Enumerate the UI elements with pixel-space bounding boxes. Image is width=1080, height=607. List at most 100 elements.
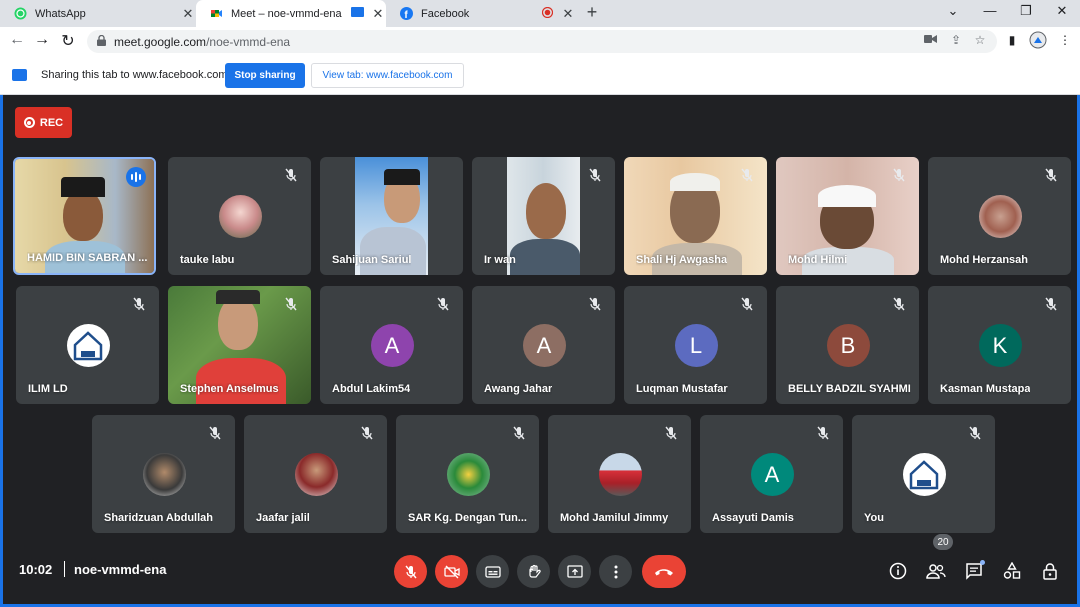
browser-tab-strip: WhatsApp ✕ Meet – noe-vmmd-ena ✕ f Faceb…: [0, 0, 1080, 27]
mic-off-icon: [741, 168, 753, 182]
close-tab-icon[interactable]: ✕: [180, 6, 196, 22]
whatsapp-icon: [14, 7, 27, 20]
participant-tile[interactable]: Jaafar jalil: [244, 415, 387, 533]
url-path: /noe-vmmd-ena: [206, 34, 291, 49]
mic-off-icon: [209, 426, 221, 440]
mic-off-icon: [1045, 168, 1057, 182]
participant-name: BELLY BADZIL SYAHMI: [788, 383, 911, 395]
participant-tile[interactable]: Mohd Hilmi: [776, 157, 919, 275]
meeting-details-button[interactable]: [887, 560, 909, 582]
mic-off-icon: [589, 168, 601, 182]
view-shared-tab-button[interactable]: View tab: www.facebook.com: [311, 63, 464, 88]
phone-hangup-icon: [655, 568, 673, 575]
participant-tile[interactable]: Shali Hj Awgasha: [624, 157, 767, 275]
mic-off-icon: [361, 426, 373, 440]
new-tab-button[interactable]: +: [583, 2, 601, 23]
participant-tile[interactable]: Sharidzuan Abdullah: [92, 415, 235, 533]
lock-icon: [97, 34, 106, 49]
participant-tile[interactable]: SAR Kg. Dengan Tun...: [396, 415, 539, 533]
info-icon: [889, 562, 907, 580]
close-tab-icon[interactable]: ✕: [560, 6, 576, 22]
reload-button[interactable]: ↻: [58, 31, 78, 51]
participant-tile[interactable]: B BELLY BADZIL SYAHMI: [776, 286, 919, 404]
songkok-hat: [384, 169, 420, 185]
recording-indicator-icon: [540, 6, 554, 21]
tab-whatsapp[interactable]: WhatsApp ✕: [0, 0, 196, 27]
participant-name: tauke labu: [180, 254, 235, 266]
mic-off-icon: [513, 426, 525, 440]
raise-hand-button[interactable]: [517, 555, 550, 588]
participant-name: Mohd Herzansah: [940, 254, 1029, 266]
participant-tile[interactable]: Sahijuan Sariul: [320, 157, 463, 275]
participant-name: Assayuti Damis: [712, 512, 794, 524]
forward-button[interactable]: →: [32, 31, 52, 49]
present-now-button[interactable]: [558, 555, 591, 588]
car-photo-avatar: [598, 453, 642, 496]
close-window-button[interactable]: ✕: [1053, 3, 1071, 19]
participant-name: Awang Jahar: [484, 383, 553, 395]
participant-tile[interactable]: K Kasman Mustapa: [928, 286, 1071, 404]
share-page-icon[interactable]: ⇪: [948, 33, 964, 47]
captions-icon: [484, 565, 501, 578]
more-options-button[interactable]: [599, 555, 632, 588]
participant-name: Abdul Lakim54: [332, 383, 411, 395]
participant-tile[interactable]: Ir wan: [472, 157, 615, 275]
captions-button[interactable]: [476, 555, 509, 588]
recording-badge[interactable]: REC: [15, 107, 72, 138]
sidebar-toggle-icon[interactable]: ▮: [1004, 33, 1020, 47]
tab-sharing-bar: Sharing this tab to www.facebook.com Sto…: [0, 57, 1080, 95]
participant-tile-self[interactable]: You: [852, 415, 995, 533]
participant-tile[interactable]: ILIM LD: [16, 286, 159, 404]
url-host: meet.google.com: [114, 34, 207, 49]
menu-kebab-icon[interactable]: ⋮: [1057, 33, 1073, 47]
participant-tile[interactable]: tauke labu: [168, 157, 311, 275]
participant-tile[interactable]: A Assayuti Damis: [700, 415, 843, 533]
ilim-logo-avatar: [902, 453, 946, 496]
mic-off-icon: [1045, 297, 1057, 311]
chat-button[interactable]: [963, 560, 985, 582]
participant-avatar: [142, 453, 186, 496]
participant-name: Sahijuan Sariul: [332, 254, 412, 266]
participant-tile[interactable]: Stephen Anselmus: [168, 286, 311, 404]
record-icon: [23, 117, 35, 128]
leave-call-button[interactable]: [642, 555, 686, 588]
minimize-button[interactable]: —: [981, 3, 999, 18]
raise-hand-icon: [528, 564, 541, 578]
tab-facebook[interactable]: f Facebook ✕: [386, 0, 576, 27]
participant-name: Luqman Mustafar: [636, 383, 728, 395]
tab-meet[interactable]: Meet – noe-vmmd-ena ✕: [196, 0, 386, 27]
toggle-mic-button[interactable]: [394, 555, 427, 588]
participant-name: ILIM LD: [28, 383, 68, 395]
toggle-camera-button[interactable]: [435, 555, 468, 588]
people-button[interactable]: [925, 560, 947, 582]
restore-button[interactable]: ❐: [1017, 3, 1035, 19]
divider: [64, 561, 65, 577]
activities-button[interactable]: [1001, 560, 1023, 582]
participant-name: You: [864, 512, 884, 524]
participant-tile[interactable]: Mohd Jamilul Jimmy: [548, 415, 691, 533]
host-lock-icon: [1043, 563, 1057, 580]
screen-share-icon: [12, 69, 27, 81]
tab-search-icon[interactable]: ⌄: [944, 3, 962, 19]
participant-tile[interactable]: A Awang Jahar: [472, 286, 615, 404]
participant-tile[interactable]: Mohd Herzansah: [928, 157, 1071, 275]
address-bar[interactable]: meet.google.com/noe-vmmd-ena: [87, 30, 997, 53]
songkok-hat: [61, 177, 105, 197]
bookmark-star-icon[interactable]: ☆: [972, 33, 988, 47]
participant-tile[interactable]: L Luqman Mustafar: [624, 286, 767, 404]
present-screen-icon: [566, 564, 583, 578]
stop-sharing-button[interactable]: Stop sharing: [225, 63, 305, 88]
letter-avatar: L: [674, 324, 718, 367]
mic-off-icon: [285, 168, 297, 182]
participant-name: Ir wan: [484, 254, 516, 266]
mic-off-icon: [133, 297, 145, 311]
camera-in-use-icon[interactable]: [922, 33, 938, 47]
back-button[interactable]: ←: [7, 31, 27, 49]
close-tab-icon[interactable]: ✕: [370, 6, 386, 22]
host-controls-button[interactable]: [1039, 560, 1061, 582]
camera-off-icon: [443, 565, 460, 578]
people-icon: [926, 564, 946, 579]
participant-tile[interactable]: A Abdul Lakim54: [320, 286, 463, 404]
participant-tile[interactable]: HAMID BIN SABRAN ...: [13, 157, 156, 275]
profile-avatar[interactable]: [1029, 31, 1047, 52]
